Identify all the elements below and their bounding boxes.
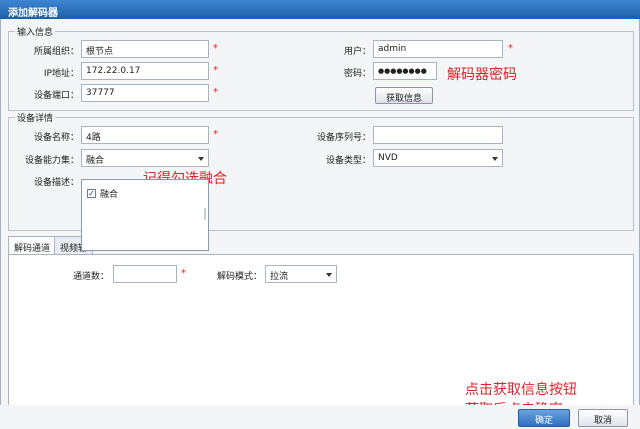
capability-option[interactable]: ✓ 融合 <box>82 182 208 200</box>
bottom-annotation-1: 点击获取信息按钮 <box>465 382 577 398</box>
device-type-label: 设备类型： <box>325 156 371 166</box>
device-name-label: 设备名称： <box>33 133 79 143</box>
serial-label: 设备序列号： <box>316 133 371 143</box>
capability-option-label: 融合 <box>100 190 119 200</box>
capability-select[interactable]: 融合 <box>81 149 209 167</box>
dialog-body: 输入信息 所属组织： 根节点 * IP地址： 172.22.0.17 * 设备端… <box>0 19 640 429</box>
dropdown-scrollbar[interactable] <box>204 208 206 220</box>
user-label: 用户： <box>343 47 371 57</box>
decode-mode-select[interactable]: 拉流 <box>265 265 337 283</box>
org-field[interactable]: 根节点 <box>81 40 209 58</box>
fetch-info-button[interactable]: 获取信息 <box>375 87 433 104</box>
org-required-mark: * <box>213 43 218 54</box>
password-label: 密码： <box>343 69 371 79</box>
capability-select-value: 融合 <box>86 156 105 166</box>
channel-count-required-mark: * <box>181 268 186 279</box>
channel-count-label: 通道数： <box>72 272 109 282</box>
dialog-title: 添加解码器 <box>0 0 640 19</box>
device-name-field[interactable]: 4路 <box>81 126 209 144</box>
password-field[interactable]: ●●●●●●●● <box>373 62 437 80</box>
port-field[interactable]: 37777 <box>81 84 209 102</box>
ip-label: IP地址： <box>43 69 79 79</box>
cancel-button[interactable]: 取消 <box>578 409 628 427</box>
description-label: 设备描述： <box>33 178 79 188</box>
chevron-down-icon <box>492 157 498 161</box>
port-label: 设备端口： <box>33 91 79 101</box>
device-name-required-mark: * <box>213 129 218 140</box>
port-required-mark: * <box>213 87 218 98</box>
capability-dropdown-list: ✓ 融合 <box>81 179 209 251</box>
user-field[interactable]: admin <box>373 40 503 58</box>
device-type-select[interactable]: NVD <box>373 149 503 167</box>
user-required-mark: * <box>508 43 513 54</box>
decode-mode-select-value: 拉流 <box>270 272 289 282</box>
password-annotation: 解码器密码 <box>447 67 517 83</box>
ip-required-mark: * <box>213 65 218 76</box>
decode-mode-label: 解码模式： <box>216 272 262 282</box>
tab-decode-channel[interactable]: 解码通道 <box>8 236 57 254</box>
device-type-select-value: NVD <box>378 153 398 163</box>
org-label: 所属组织： <box>33 47 79 57</box>
serial-field[interactable] <box>373 126 503 144</box>
chevron-down-icon <box>198 157 204 161</box>
ip-field[interactable]: 172.22.0.17 <box>81 62 209 80</box>
decode-channel-panel: 通道数： * 解码模式： 拉流 点击获取信息按钮 获取后点击确定 <box>8 254 634 424</box>
dialog-footer: 确定 取消 <box>0 405 640 429</box>
chevron-down-icon <box>326 273 332 277</box>
checkbox-checked-icon[interactable]: ✓ <box>87 189 96 198</box>
capability-label: 设备能力集： <box>24 156 79 166</box>
device-detail-legend: 设备详情 <box>17 114 54 124</box>
ok-button[interactable]: 确定 <box>518 409 570 427</box>
input-info-legend: 输入信息 <box>17 28 54 38</box>
channel-count-field[interactable] <box>113 265 177 283</box>
